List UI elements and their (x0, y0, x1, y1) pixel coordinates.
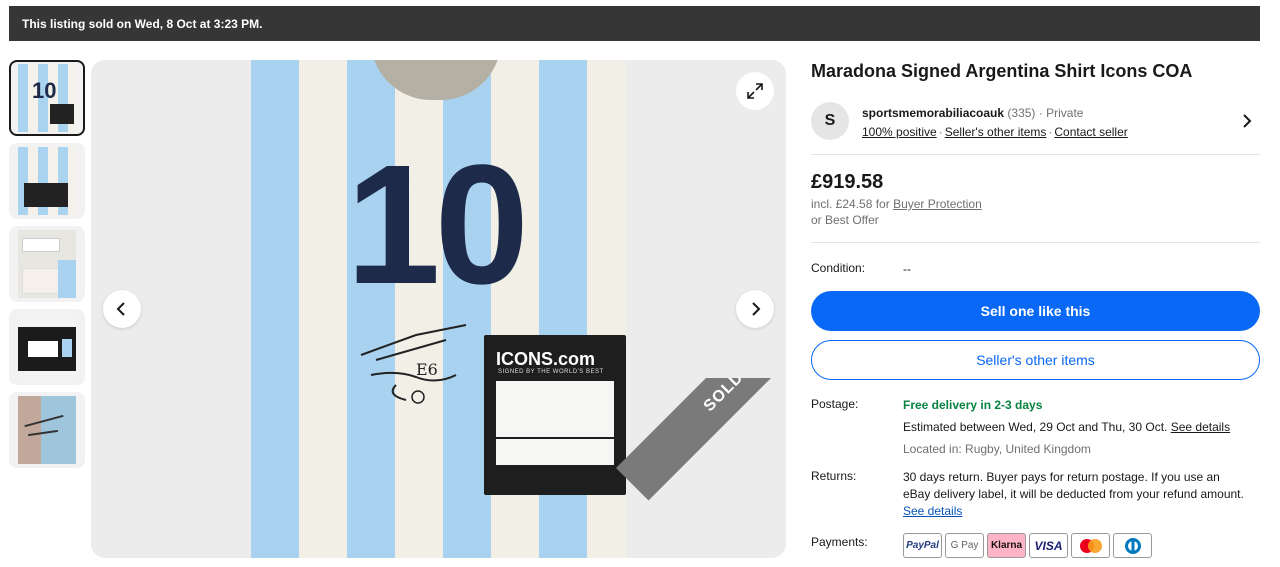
coa-card (496, 381, 614, 437)
shirt-number: 10 (346, 130, 529, 320)
other-items-button-label: Seller's other items (976, 352, 1095, 368)
best-offer-text: or Best Offer (811, 213, 879, 227)
buyer-protection-link[interactable]: Buyer Protection (893, 197, 982, 211)
seller-feedback-count: (335) (1007, 106, 1036, 120)
postage-details: Free delivery in 2-3 days Estimated betw… (903, 397, 1260, 458)
seller-other-items-link[interactable]: Seller's other items (945, 125, 1047, 139)
diners-club-icon (1113, 533, 1152, 558)
postage-label: Postage: (811, 397, 859, 411)
image-gallery[interactable]: 10 E6 ICONS.com SIGNED BY THE WORLD'S BE… (91, 60, 786, 558)
next-image-button[interactable] (736, 290, 774, 328)
returns-text: 30 days return. Buyer pays for return po… (903, 470, 1244, 501)
item-location: Located in: Rugby, United Kingdom (903, 442, 1091, 456)
seller-links-separator: · (938, 125, 943, 139)
previous-image-button[interactable] (103, 290, 141, 328)
expand-button[interactable] (736, 72, 774, 110)
expand-icon (747, 83, 763, 99)
seller-type: Private (1046, 106, 1084, 120)
chevron-left-icon (116, 302, 125, 316)
seller-links: 100% positive · Seller's other items · Conta… (862, 125, 1128, 139)
sold-ribbon: SOLD (616, 378, 786, 501)
thumbnail-image: 10 (18, 64, 76, 132)
google-pay-icon: G Pay (945, 533, 984, 558)
delivery-estimate-text: Estimated between Wed, 29 Oct and Thu, 3… (903, 420, 1168, 434)
sold-ribbon-wrap: SOLD (606, 378, 786, 558)
mastercard-icon (1071, 533, 1110, 558)
coa-tagline: SIGNED BY THE WORLD'S BEST (498, 369, 604, 375)
chevron-right-icon (752, 302, 761, 316)
thumbnail-1[interactable]: 10 (9, 60, 85, 136)
contact-seller-link[interactable]: Contact seller (1054, 125, 1127, 139)
sold-banner-text: This listing sold on Wed, 8 Oct at 3:23 … (22, 17, 263, 31)
sold-ribbon-label: SOLD (700, 378, 747, 416)
postage-see-details-link[interactable]: See details (1171, 420, 1230, 434)
thumbnail-2[interactable] (9, 143, 85, 219)
sell-button-label: Sell one like this (980, 303, 1091, 319)
thumbnail-image (18, 396, 76, 464)
seller-positive-link[interactable]: 100% positive (862, 125, 937, 139)
delivery-estimate: Estimated between Wed, 29 Oct and Thu, 3… (903, 419, 1260, 436)
returns-see-details-link[interactable]: See details (903, 503, 1248, 520)
thumbnail-4[interactable] (9, 309, 85, 385)
incl-text: incl. £24.58 for (811, 197, 890, 211)
returns-label: Returns: (811, 469, 857, 483)
seller-card[interactable]: S sportsmemorabiliacoauk (335) · Private… (811, 102, 1260, 154)
price: £919.58 (811, 171, 884, 193)
sell-one-like-this-button[interactable]: Sell one like this (811, 291, 1260, 331)
thumbnail-image (18, 313, 76, 381)
thumbnail-3[interactable] (9, 226, 85, 302)
seller-links-separator: · (1048, 125, 1053, 139)
thumbnail-5[interactable] (9, 392, 85, 468)
payments-label: Payments: (811, 535, 868, 549)
main-photo[interactable]: 10 E6 ICONS.com SIGNED BY THE WORLD'S BE… (251, 60, 626, 558)
returns-details: 30 days return. Buyer pays for return po… (903, 469, 1248, 520)
listing-title: Maradona Signed Argentina Shirt Icons CO… (811, 61, 1193, 81)
signature-image: E6 (360, 324, 467, 404)
coa-brand: ICONS.com (496, 349, 596, 369)
chevron-right-icon[interactable] (1240, 114, 1254, 128)
buyer-protection-fee: incl. £24.58 for Buyer Protection (811, 197, 982, 211)
divider (811, 242, 1260, 243)
seller-avatar[interactable]: S (811, 102, 849, 140)
certificate-of-authenticity: ICONS.com SIGNED BY THE WORLD'S BEST (484, 335, 626, 495)
divider (811, 154, 1260, 155)
condition-value: -- (903, 262, 911, 276)
payment-methods: PayPal G Pay Klarna VISA (903, 533, 1152, 559)
listing-details: Maradona Signed Argentina Shirt Icons CO… (811, 58, 1260, 558)
shirt-collar (371, 60, 501, 100)
paypal-icon: PayPal (903, 533, 942, 558)
seller-name[interactable]: sportsmemorabiliacoauk (862, 106, 1004, 120)
visa-icon: VISA (1029, 533, 1068, 558)
sold-banner: This listing sold on Wed, 8 Oct at 3:23 … (9, 6, 1260, 41)
svg-text:E6: E6 (416, 360, 438, 379)
seller-name-line: sportsmemorabiliacoauk (335) · Private (862, 106, 1083, 120)
mastercard-logo (1079, 538, 1102, 553)
klarna-icon: Klarna (987, 533, 1026, 558)
thumbnail-image (18, 230, 76, 298)
coa-card-footer (496, 439, 614, 465)
condition-label: Condition: (811, 261, 866, 275)
thumbnail-image (18, 147, 76, 215)
free-delivery: Free delivery in 2-3 days (903, 398, 1043, 412)
seller-separator: · (1038, 106, 1043, 120)
diners-club-logo (1124, 537, 1141, 554)
sellers-other-items-button[interactable]: Seller's other items (811, 340, 1260, 380)
